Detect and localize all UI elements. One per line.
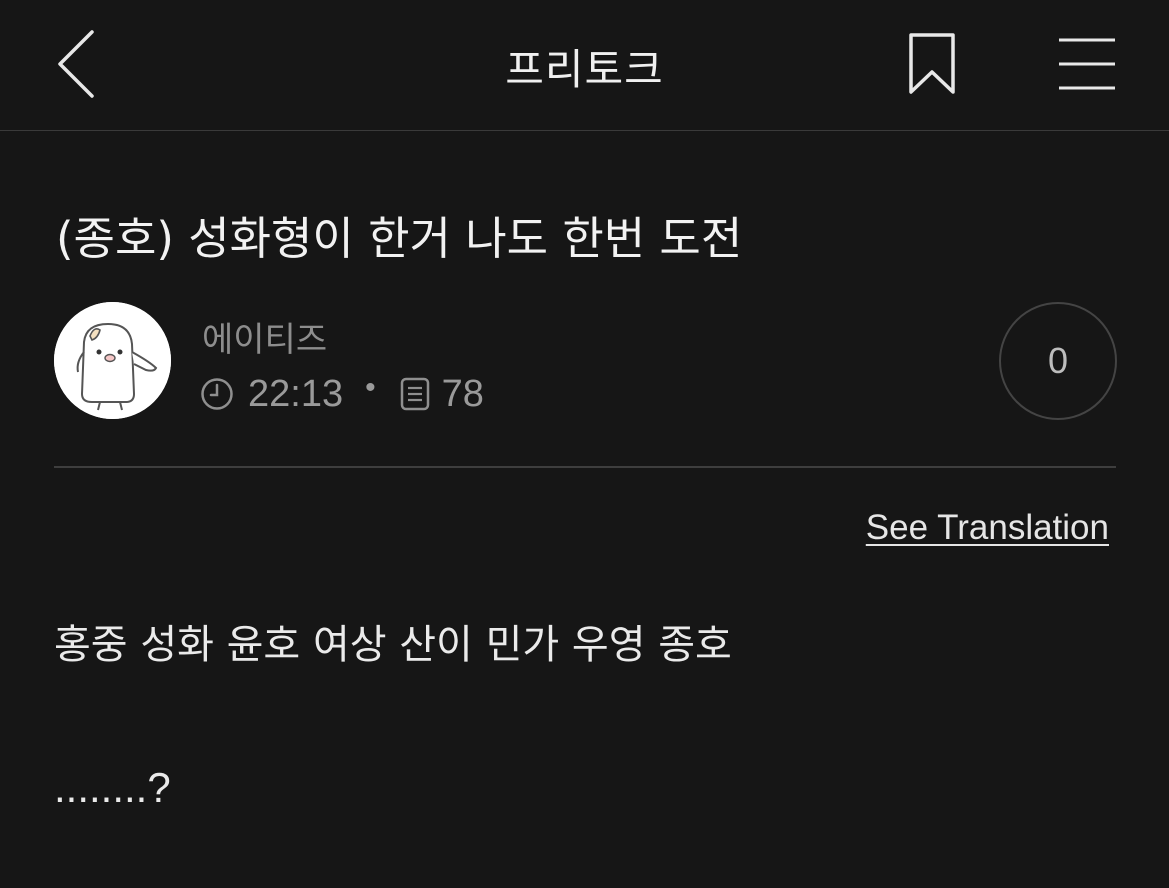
document-icon [400, 377, 429, 411]
post-title: (종호) 성화형이 한거 나도 한번 도전 [56, 212, 743, 265]
post-time: 22:13 [248, 372, 344, 415]
menu-button[interactable] [1056, 36, 1118, 94]
comment-count: 0 [1047, 340, 1069, 381]
post-meta: 22:13 • 78 [200, 370, 484, 418]
hamburger-menu-icon [1059, 38, 1115, 90]
clock-icon [201, 378, 233, 410]
see-translation-link[interactable]: See Translation [866, 508, 1109, 548]
meta-separator: • [365, 371, 376, 404]
divider [54, 466, 1116, 468]
page-title: 프리토크 [505, 45, 664, 94]
top-navigation-bar: 프리토크 [0, 0, 1169, 131]
post-body-line: ........? [54, 764, 171, 811]
post-body-line: 홍중 성화 윤호 여상 산이 민가 우영 종호 [54, 622, 732, 668]
view-count: 78 [441, 372, 484, 415]
penguin-character-avatar [54, 302, 171, 419]
bookmark-button[interactable] [902, 30, 962, 100]
author-avatar[interactable] [54, 302, 171, 419]
bookmark-icon [909, 33, 955, 94]
comment-count-button[interactable]: 0 [999, 302, 1117, 420]
author-name[interactable]: 에이티즈 [202, 312, 327, 361]
